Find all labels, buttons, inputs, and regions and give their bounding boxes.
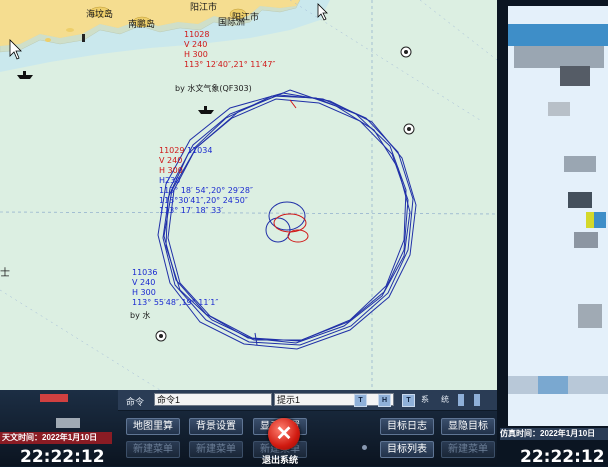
map-char: 士: [0, 268, 10, 279]
right-panel: [497, 0, 608, 428]
ship-icon[interactable]: [17, 71, 33, 79]
hint-input[interactable]: 提示1: [274, 393, 394, 406]
toolbar-t2-button[interactable]: T: [402, 394, 415, 407]
place-name: 阳江市: [190, 3, 218, 13]
sys-label: 系: [421, 395, 429, 404]
place-name: 海坟岛: [86, 10, 114, 20]
ship-icon[interactable]: [198, 106, 214, 114]
place-name: 南鹏岛: [128, 20, 156, 30]
target-list-button[interactable]: 目标列表: [380, 441, 434, 458]
command-bar: 命令 命令1 提示1 T H T 系 统: [118, 390, 497, 411]
place-name: 国际洲: [218, 18, 246, 28]
toolbar-t-button[interactable]: T: [354, 394, 367, 407]
target-label-11036: 11036 V 240 H 300 113° 55′48″,19° 11′1″: [132, 268, 219, 307]
astro-time-badge: 天文时间：2022年1月10日: [0, 432, 112, 444]
new-menu-button[interactable]: 新建菜单: [126, 441, 180, 458]
map-mileage-button[interactable]: 地图里算: [126, 418, 180, 435]
stat-label: 统: [441, 395, 449, 404]
command-input[interactable]: 命令1: [154, 393, 272, 406]
background-settings-button[interactable]: 背景设置: [189, 418, 243, 435]
clock-right: 22:22:12: [520, 447, 605, 467]
source-label: by 水文气象(QF303): [175, 84, 252, 93]
new-menu-button[interactable]: 新建菜单: [189, 441, 243, 458]
exit-x-icon[interactable]: ✕: [268, 418, 300, 450]
target-label-11028: 11028 V 240 H 300 113° 12′40″,21° 11′47″: [184, 30, 276, 69]
sim-time-label: 仿真时间：2022年1月10日: [500, 428, 608, 440]
target-info-panel[interactable]: [508, 6, 608, 426]
clock-left: 22:22:12: [20, 447, 105, 467]
target-label-11029: 11029 11034 V 240 H 300 H230 113° 18′ 54…: [159, 146, 253, 215]
target-log-button[interactable]: 目标日志: [380, 418, 434, 435]
buoy-icon[interactable]: [400, 46, 412, 58]
show-hide-targets-button[interactable]: 显隐目标: [441, 418, 495, 435]
new-menu-button[interactable]: 新建菜单: [441, 441, 495, 458]
buoy-icon[interactable]: [155, 330, 167, 342]
source-label: by 水: [130, 311, 151, 320]
command-label: 命令: [126, 397, 145, 407]
chart-map[interactable]: 海坟岛 南鹏岛 阳江市 阳江市 国际洲 11028 V 240 H 300 11…: [0, 0, 497, 390]
toolbar-h-button[interactable]: H: [378, 394, 391, 407]
exit-label[interactable]: 退出系统: [262, 453, 298, 466]
buoy-icon[interactable]: [403, 123, 415, 135]
indicator-dot: [362, 445, 367, 450]
